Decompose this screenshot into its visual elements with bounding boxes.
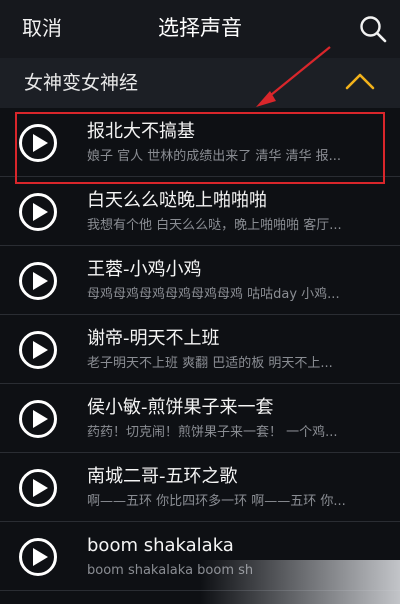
sound-title: 谢帝-明天不上班 [87, 328, 220, 349]
sound-item[interactable]: 侯小敏-煎饼果子来一套 药药！切克闹！煎饼果子来一套！ 一个鸡... [0, 384, 400, 453]
category-label: 女神变女神经 [24, 72, 139, 94]
sound-item[interactable]: 谢帝-明天不上班 老子明天不上班 爽翻 巴适的板 明天不上... [0, 315, 400, 384]
search-icon[interactable] [358, 14, 388, 44]
sound-lyrics: 老子明天不上班 爽翻 巴适的板 明天不上... [87, 356, 333, 371]
chevron-up-icon[interactable] [344, 70, 376, 92]
play-icon[interactable] [18, 261, 58, 301]
sound-title: boom shakalaka [87, 535, 234, 556]
sound-title: 王蓉-小鸡小鸡 [87, 259, 202, 280]
sound-lyrics: 娘子 官人 世林的成绩出来了 清华 清华 报... [87, 149, 342, 164]
sound-lyrics: 药药！切克闹！煎饼果子来一套！ 一个鸡... [87, 425, 338, 440]
sound-title: 南城二哥-五环之歌 [87, 466, 238, 487]
play-icon[interactable] [18, 123, 58, 163]
category-header[interactable]: 女神变女神经 [0, 58, 400, 108]
sound-lyrics: 我想有个他 白天么么哒，晚上啪啪啪 客厅... [87, 218, 342, 233]
sound-list: 报北大不搞基 娘子 官人 世林的成绩出来了 清华 清华 报... 白天么么哒晚上… [0, 108, 400, 591]
play-icon[interactable] [18, 399, 58, 439]
sound-item[interactable]: boom shakalaka boom shakalaka boom sh [0, 522, 400, 591]
sound-title: 白天么么哒晚上啪啪啪 [87, 190, 267, 211]
sound-item[interactable]: 王蓉-小鸡小鸡 母鸡母鸡母鸡母鸡母鸡母鸡 咕咕day 小鸡... [0, 246, 400, 315]
sound-item[interactable]: 报北大不搞基 娘子 官人 世林的成绩出来了 清华 清华 报... [0, 108, 400, 177]
sound-lyrics: boom shakalaka boom sh [87, 563, 254, 578]
navbar: 取消 选择声音 [0, 0, 400, 58]
sound-item[interactable]: 白天么么哒晚上啪啪啪 我想有个他 白天么么哒，晚上啪啪啪 客厅... [0, 177, 400, 246]
sound-lyrics: 母鸡母鸡母鸡母鸡母鸡母鸡 咕咕day 小鸡... [87, 287, 340, 302]
play-icon[interactable] [18, 537, 58, 577]
sound-item[interactable]: 南城二哥-五环之歌 啊——五环 你比四环多一环 啊——五环 你... [0, 453, 400, 522]
play-icon[interactable] [18, 192, 58, 232]
play-icon[interactable] [18, 330, 58, 370]
sound-title: 报北大不搞基 [87, 121, 195, 142]
sound-picker-screen: 取消 选择声音 女神变女神经 报北大不搞基 娘子 官人 世林的成绩出来了 清华 … [0, 0, 400, 604]
sound-title: 侯小敏-煎饼果子来一套 [87, 397, 274, 418]
page-title: 选择声音 [158, 16, 242, 40]
play-icon[interactable] [18, 468, 58, 508]
sound-lyrics: 啊——五环 你比四环多一环 啊——五环 你... [87, 494, 346, 509]
